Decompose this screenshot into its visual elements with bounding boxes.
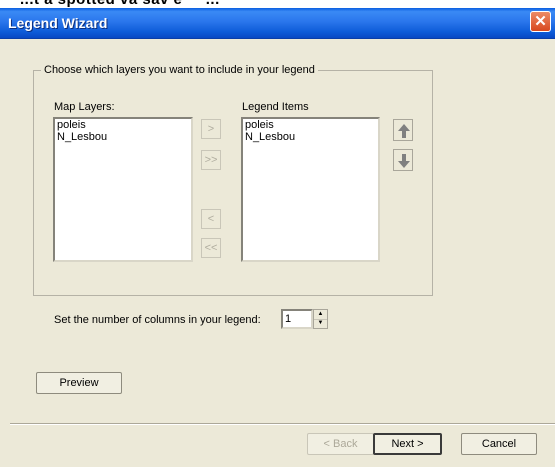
- window-title: Legend Wizard: [8, 15, 108, 31]
- close-icon: ✕: [534, 13, 547, 30]
- legend-items-label: Legend Items: [242, 101, 309, 113]
- list-item[interactable]: N_Lesbou: [55, 131, 191, 143]
- footer-separator: [10, 423, 555, 425]
- add-layer-button[interactable]: >: [201, 119, 221, 139]
- next-button[interactable]: Next >: [373, 433, 442, 455]
- columns-label: Set the number of columns in your legend…: [54, 314, 261, 326]
- legend-items-list[interactable]: poleis N_Lesbou: [241, 117, 380, 262]
- columns-spinner[interactable]: ▲ ▼: [313, 309, 328, 329]
- remove-all-layers-button[interactable]: <<: [201, 238, 221, 258]
- list-item[interactable]: poleis: [55, 119, 191, 131]
- spin-down-icon[interactable]: ▼: [314, 319, 327, 328]
- list-item[interactable]: N_Lesbou: [243, 131, 378, 143]
- cancel-button[interactable]: Cancel: [461, 433, 537, 455]
- remove-layer-button[interactable]: <: [201, 209, 221, 229]
- background-window-text: ...t a spotted va sav́ é ́ ́ ́ ́ ...: [20, 0, 220, 8]
- move-up-button[interactable]: [393, 119, 413, 141]
- groupbox-caption: Choose which layers you want to include …: [41, 64, 318, 76]
- title-bar: Legend Wizard: [0, 8, 555, 39]
- close-button[interactable]: ✕: [530, 11, 551, 32]
- arrow-up-icon: [398, 124, 410, 138]
- move-down-button[interactable]: [393, 149, 413, 171]
- back-button[interactable]: < Back: [307, 433, 374, 455]
- map-layers-label: Map Layers:: [54, 101, 115, 113]
- add-all-layers-button[interactable]: >>: [201, 150, 221, 170]
- columns-spinner-input[interactable]: 1: [281, 309, 313, 329]
- arrow-down-icon: [398, 154, 410, 168]
- background-window-strip: ...t a spotted va sav́ é ́ ́ ́ ́ ...: [0, 0, 555, 8]
- preview-button[interactable]: Preview: [36, 372, 122, 394]
- list-item[interactable]: poleis: [243, 119, 378, 131]
- map-layers-list[interactable]: poleis N_Lesbou: [53, 117, 193, 262]
